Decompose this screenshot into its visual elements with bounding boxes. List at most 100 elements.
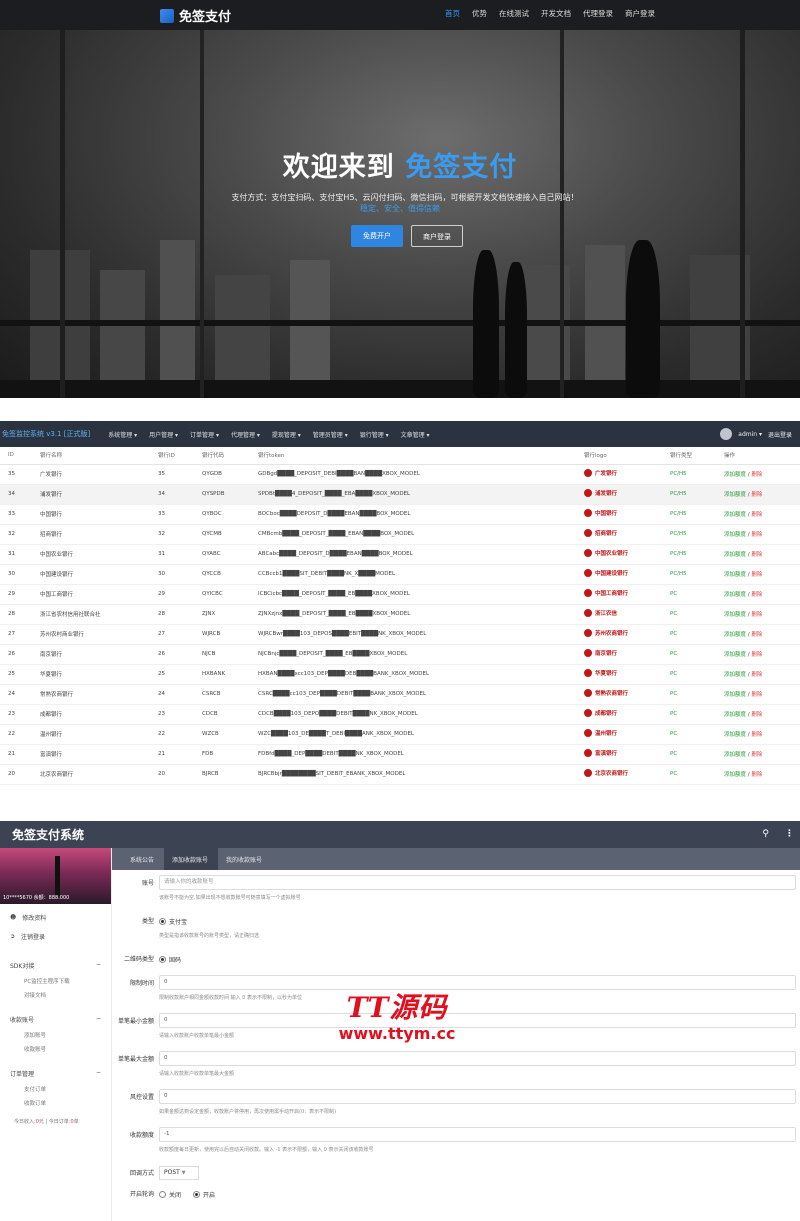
sidebar-section-accounts[interactable]: 收款账号 − (0, 1008, 111, 1028)
delete-link[interactable]: 删除 (751, 612, 762, 618)
col-bank-id[interactable]: 银行ID (150, 447, 194, 465)
add-quota-link[interactable]: 添加额度 (724, 492, 746, 498)
add-quota-link[interactable]: 添加额度 (724, 652, 746, 658)
add-quota-link[interactable]: 添加额度 (724, 552, 746, 558)
delete-link[interactable]: 删除 (751, 512, 762, 518)
landing-hero: 免签支付 首页 优势 在线测试 开发文档 代理登录 商户登录 欢迎来到 免签支付… (0, 0, 800, 398)
add-quota-link[interactable]: 添加额度 (724, 472, 746, 478)
qr-radio-fixed[interactable]: 固码 (159, 955, 181, 964)
delete-link[interactable]: 删除 (751, 772, 762, 778)
add-quota-link[interactable]: 添加额度 (724, 592, 746, 598)
menu-admins[interactable]: 管理员管理 ▾ (313, 430, 348, 439)
callback-select[interactable]: POST ▼ (159, 1166, 199, 1180)
admin-brand[interactable]: 免签监控系统 v3.1 [正式版] (2, 429, 90, 439)
cell-bank-id: 30 (150, 564, 194, 585)
add-quota-link[interactable]: 添加额度 (724, 632, 746, 638)
tab-announcements[interactable]: 系统公告 (122, 855, 164, 870)
delete-link[interactable]: 删除 (751, 492, 762, 498)
min-input[interactable]: 0 (159, 1013, 796, 1028)
risk-input[interactable]: 0 (159, 1089, 796, 1104)
menu-agents[interactable]: 代理管理 ▾ (231, 430, 260, 439)
cell-id: 25 (0, 664, 32, 685)
quota-input[interactable]: -1 (159, 1127, 796, 1142)
delete-link[interactable]: 删除 (751, 752, 762, 758)
add-quota-link[interactable]: 添加额度 (724, 772, 746, 778)
add-quota-link[interactable]: 添加额度 (724, 732, 746, 738)
delete-link[interactable]: 删除 (751, 472, 762, 478)
delete-link[interactable]: 删除 (751, 632, 762, 638)
nav-home[interactable]: 首页 (445, 8, 460, 19)
add-quota-link[interactable]: 添加额度 (724, 612, 746, 618)
radio-selected-icon (159, 956, 166, 963)
sidebar-section-orders[interactable]: 订单管理 − (0, 1062, 111, 1082)
cell-bank-code: WZCB (194, 724, 250, 745)
cell-bank-id: 32 (150, 524, 194, 545)
sidebar-sub-receive-orders[interactable]: 收款订单 (0, 1096, 111, 1110)
delete-link[interactable]: 删除 (751, 672, 762, 678)
menu-withdraw[interactable]: 提现管理 ▾ (272, 430, 301, 439)
col-bank-type[interactable]: 银行类型 (662, 447, 716, 465)
col-bank-logo[interactable]: 银行logo (576, 447, 662, 465)
polling-radio-on[interactable]: 开启 (193, 1190, 215, 1199)
cell-bank-token: GDBgd████_DEPOSIT_DEBI████BAN████XBOX_MO… (250, 464, 576, 485)
nav-online-test[interactable]: 在线测试 (499, 8, 529, 19)
nav-agent-login[interactable]: 代理登录 (583, 8, 613, 19)
add-quota-link[interactable]: 添加额度 (724, 512, 746, 518)
sidebar-item-edit-profile[interactable]: ☻ 修改资料 (0, 908, 111, 927)
sidebar-item-logout[interactable]: ➲ 注销登录 (0, 927, 111, 946)
col-bank-name[interactable]: 银行名称 (32, 447, 150, 465)
tab-add-account[interactable]: 添加收款账号 (164, 848, 219, 870)
add-quota-link[interactable]: 添加额度 (724, 532, 746, 538)
add-quota-link[interactable]: 添加额度 (724, 752, 746, 758)
bank-logo-icon (584, 669, 592, 677)
nav-advantages[interactable]: 优势 (472, 8, 487, 19)
delete-link[interactable]: 删除 (751, 572, 762, 578)
sidebar-sub-add-account[interactable]: 添加账号 (0, 1028, 111, 1042)
polling-radio-off[interactable]: 关闭 (159, 1190, 181, 1199)
menu-users[interactable]: 用户管理 ▾ (149, 430, 178, 439)
max-input[interactable]: 0 (159, 1051, 796, 1066)
menu-banks[interactable]: 银行管理 ▾ (360, 430, 389, 439)
delete-link[interactable]: 删除 (751, 692, 762, 698)
sidebar-section-sdk[interactable]: SDK对接 − (0, 954, 111, 974)
menu-orders[interactable]: 订单管理 ▾ (190, 430, 219, 439)
col-bank-code[interactable]: 银行代码 (194, 447, 250, 465)
menu-system[interactable]: 系统管理 ▾ (108, 430, 137, 439)
add-quota-link[interactable]: 添加额度 (724, 712, 746, 718)
account-input[interactable]: 请输入你的收款账号 (159, 875, 796, 890)
add-quota-link[interactable]: 添加额度 (724, 692, 746, 698)
type-radio-alipay[interactable]: 支付宝 (159, 917, 187, 926)
avatar[interactable] (720, 428, 733, 440)
nav-merchant-login[interactable]: 商户登录 (625, 8, 655, 19)
delete-link[interactable]: 删除 (751, 552, 762, 558)
sidebar-sub-pay-orders[interactable]: 支付订单 (0, 1082, 111, 1096)
search-icon[interactable]: ⚲ (762, 829, 769, 839)
col-id[interactable]: ID (0, 447, 32, 465)
logout-link[interactable]: 退出登录 (768, 430, 792, 439)
form-row-callback: 回调方式 POST ▼ (112, 1161, 800, 1185)
tab-my-accounts[interactable]: 我的收款账号 (218, 855, 272, 870)
more-icon[interactable]: ⋮ (785, 829, 794, 839)
cell-bank-token: ABCabc████_DEPOSIT_D████EBAN████BOX_MODE… (250, 544, 576, 565)
sidebar-sub-docs[interactable]: 对接文档 (0, 988, 111, 1002)
add-quota-link[interactable]: 添加额度 (724, 572, 746, 578)
account-info[interactable]: 10****5670 余额：888.000 (3, 894, 69, 901)
register-button[interactable]: 免费开户 (351, 225, 403, 247)
sidebar-sub-accounts[interactable]: 收款账号 (0, 1042, 111, 1056)
sidebar-sub-download[interactable]: PC监控主程序下载 (0, 974, 111, 988)
bank-logo: 温州银行 (584, 729, 617, 737)
limit-input[interactable]: 0 (159, 975, 796, 990)
merchant-login-button[interactable]: 商户登录 (411, 225, 463, 247)
admin-user-dropdown[interactable]: admin ▾ (738, 431, 762, 438)
col-bank-token[interactable]: 银行token (250, 447, 576, 465)
delete-link[interactable]: 删除 (751, 652, 762, 658)
delete-link[interactable]: 删除 (751, 712, 762, 718)
menu-articles[interactable]: 文章管理 ▾ (401, 430, 430, 439)
nav-dev-docs[interactable]: 开发文档 (541, 8, 571, 19)
delete-link[interactable]: 删除 (751, 732, 762, 738)
site-logo[interactable]: 免签支付 (160, 6, 231, 25)
add-quota-link[interactable]: 添加额度 (724, 672, 746, 678)
col-actions[interactable]: 操作 (716, 447, 800, 465)
delete-link[interactable]: 删除 (751, 592, 762, 598)
delete-link[interactable]: 删除 (751, 532, 762, 538)
